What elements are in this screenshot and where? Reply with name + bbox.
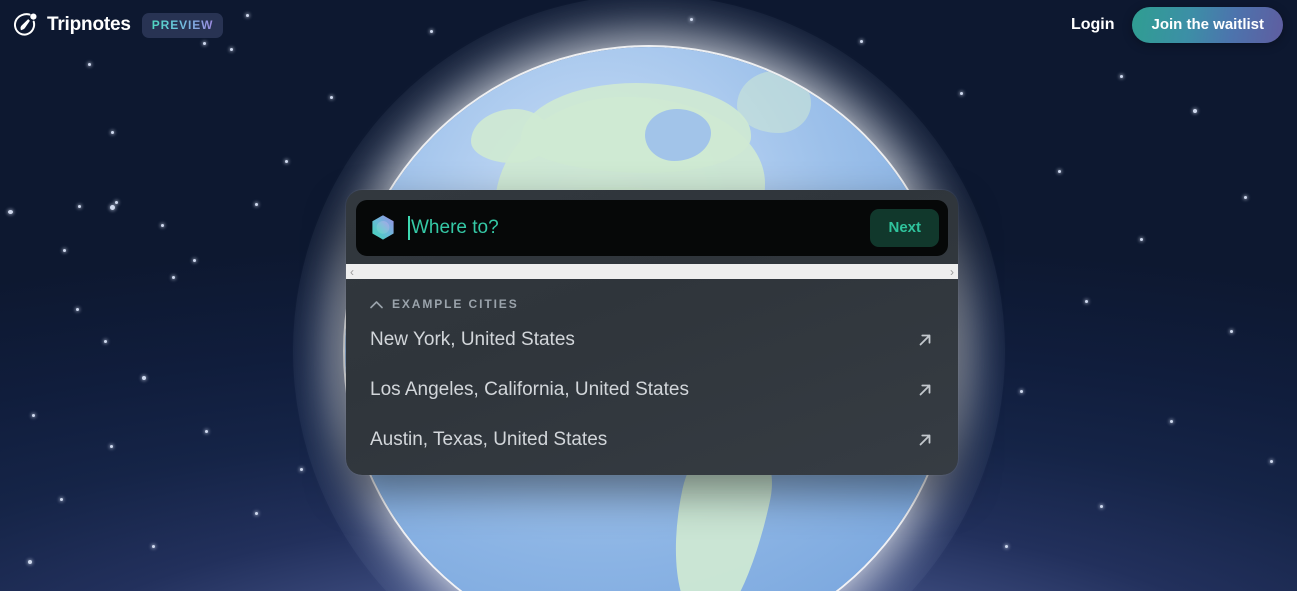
topbar-actions: Login Join the waitlist <box>1071 7 1283 43</box>
horizontal-scrollbar[interactable]: ‹ › <box>346 264 958 279</box>
preview-badge-label: PREVIEW <box>151 17 214 32</box>
login-link[interactable]: Login <box>1071 16 1115 34</box>
search-input[interactable]: Where to? <box>411 217 870 239</box>
list-item[interactable]: Los Angeles, California, United States <box>346 369 958 411</box>
join-waitlist-button[interactable]: Join the waitlist <box>1132 7 1283 43</box>
brand-logo[interactable]: Tripnotes <box>12 12 131 38</box>
rocket-pen-icon <box>13 13 37 36</box>
search-field[interactable]: Where to? Next <box>356 200 948 256</box>
preview-badge: PREVIEW <box>141 12 224 38</box>
hudson-bay <box>644 109 711 161</box>
scroll-left-arrow[interactable]: ‹ <box>350 266 354 278</box>
landmass-canada <box>520 83 751 173</box>
landmass-alaska <box>470 109 551 163</box>
brand-name: Tripnotes <box>47 14 131 35</box>
example-cities-header[interactable]: EXAMPLE CITIES <box>346 279 958 311</box>
landmass-greenland <box>736 71 811 133</box>
next-button[interactable]: Next <box>870 209 939 247</box>
scroll-right-arrow[interactable]: › <box>950 266 954 278</box>
list-item[interactable]: Austin, Texas, United States <box>346 419 958 461</box>
list-item[interactable]: New York, United States <box>346 319 958 361</box>
text-cursor <box>408 216 410 240</box>
top-navigation-bar: Tripnotes PREVIEW Login Join the waitlis… <box>0 0 1297 50</box>
example-cities-label: EXAMPLE CITIES <box>392 297 519 311</box>
destination-search-panel: Where to? Next ‹ › EXAMPLE CITIES New Yo… <box>346 190 958 475</box>
chevron-up-icon <box>370 300 383 308</box>
hexagon-gem-icon <box>372 215 394 240</box>
arrow-up-right-icon[interactable] <box>916 381 934 399</box>
city-name: Los Angeles, California, United States <box>370 379 689 400</box>
arrow-up-right-icon[interactable] <box>916 431 934 449</box>
arrow-up-right-icon[interactable] <box>916 331 934 349</box>
city-name: Austin, Texas, United States <box>370 429 608 450</box>
city-name: New York, United States <box>370 329 575 350</box>
